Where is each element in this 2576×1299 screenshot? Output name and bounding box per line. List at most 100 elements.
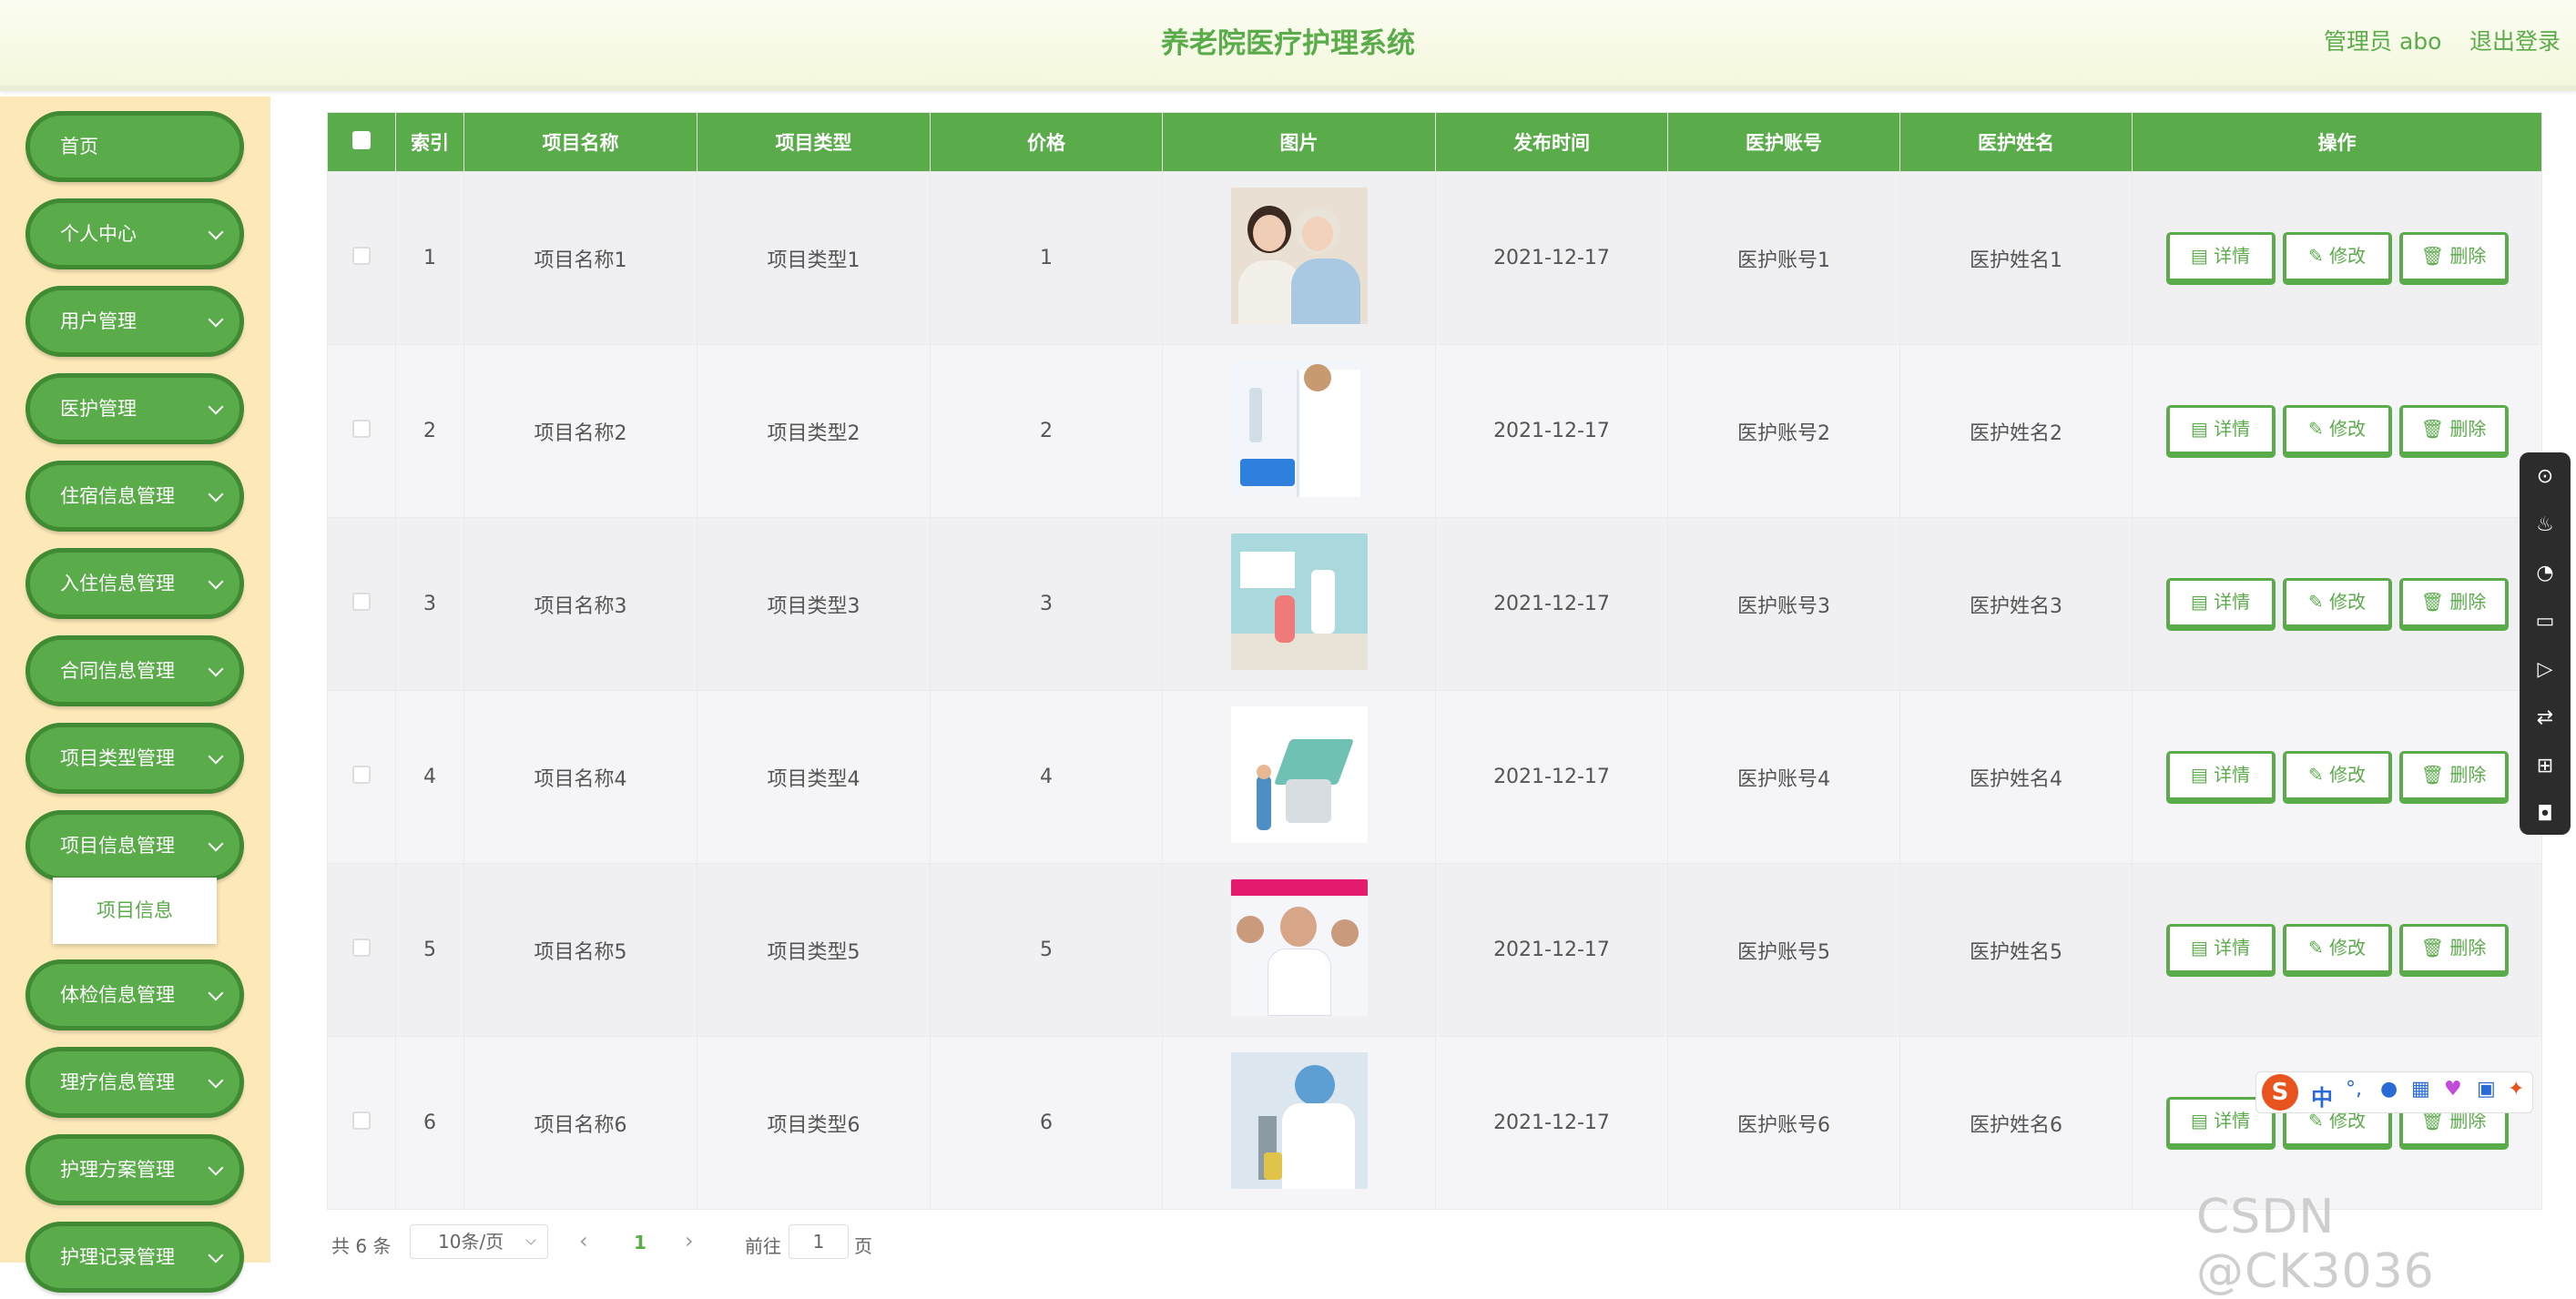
edit-label: 修改 <box>2329 244 2367 267</box>
cell-actions: ▤ 详情 ✎ 修改 🗑 删除 <box>2132 344 2542 518</box>
sidebar-item-personal[interactable]: 个人中心 <box>25 198 244 269</box>
table-row: 5 项目名称5 项目类型5 5 2021-12-17 医护账号5 医护姓名5 ▤ 详情 ✎ 修改… <box>327 863 2542 1037</box>
goto-page-input[interactable]: 1 <box>789 1224 849 1259</box>
edit-button[interactable]: ✎ 修改 <box>2282 923 2392 977</box>
cell-project-name: 项目名称2 <box>463 344 697 518</box>
sidebar-item-physiotherapy[interactable]: 理疗信息管理 <box>25 1047 244 1118</box>
project-image <box>1230 1051 1368 1189</box>
detail-button[interactable]: ▤ 详情 <box>2165 923 2276 977</box>
scan-icon[interactable]: ⊞ <box>2520 742 2571 790</box>
cell-project-name: 项目名称4 <box>463 690 697 864</box>
detail-button[interactable]: ▤ 详情 <box>2165 577 2276 631</box>
chevron-down-icon <box>208 836 224 852</box>
edit-label: 修改 <box>2329 763 2367 786</box>
camera-icon[interactable]: ◘ <box>2520 790 2571 838</box>
current-user: 管理员 abo <box>2324 28 2442 55</box>
delete-label: 删除 <box>2449 763 2487 786</box>
detail-label: 详情 <box>2214 590 2251 613</box>
play-icon[interactable]: ▷ <box>2520 645 2571 694</box>
table-row: 6 项目名称6 项目类型6 6 2021-12-17 医护账号6 医护姓名6 ▤ 详情 ✎ 修改… <box>327 1036 2542 1210</box>
delete-button[interactable]: 🗑 删除 <box>2398 750 2509 804</box>
project-image <box>1230 360 1368 497</box>
sidebar-item-physical-exam[interactable]: 体检信息管理 <box>25 959 244 1030</box>
chevron-down-icon <box>208 1072 224 1089</box>
cell-index: 5 <box>395 863 464 1037</box>
ime-mode-label[interactable]: 中 <box>2311 1080 2333 1111</box>
cell-index: 1 <box>395 171 464 345</box>
edit-button[interactable]: ✎ 修改 <box>2282 231 2392 285</box>
row-checkbox[interactable] <box>327 1036 396 1210</box>
sidebar-item-care-plan[interactable]: 护理方案管理 <box>25 1134 244 1205</box>
sidebar-item-project-info[interactable]: 项目信息管理 <box>25 810 244 881</box>
sidebar-item-contract[interactable]: 合同信息管理 <box>25 635 244 706</box>
select-all-checkbox[interactable] <box>327 112 396 172</box>
edit-button[interactable]: ✎ 修改 <box>2282 404 2392 458</box>
checkbox-icon <box>352 938 371 957</box>
sidebar-item-checkin[interactable]: 入住信息管理 <box>25 548 244 619</box>
cell-staff-name: 医护姓名3 <box>1899 517 2133 691</box>
sidebar-item-home[interactable]: 首页 <box>25 111 244 182</box>
sidebar-item-accommodation[interactable]: 住宿信息管理 <box>25 461 244 532</box>
cell-staff-account: 医护账号4 <box>1667 690 1900 864</box>
submenu-item-project-info[interactable]: 项目信息 <box>53 878 217 944</box>
cell-publish-time: 2021-12-17 <box>1435 517 1668 691</box>
delete-button[interactable]: 🗑 删除 <box>2398 404 2509 458</box>
sidebar-item-label: 体检信息管理 <box>60 984 175 1006</box>
speedometer-icon[interactable]: ◔ <box>2520 549 2571 597</box>
mascot-icon[interactable]: ✦ <box>2508 1078 2524 1101</box>
keyboard-icon[interactable]: ▦ <box>2411 1078 2430 1101</box>
next-page-icon[interactable]: › <box>685 1228 694 1253</box>
sidebar-item-project-type[interactable]: 项目类型管理 <box>25 723 244 794</box>
sidebar-item-medical-staff[interactable]: 医护管理 <box>25 373 244 444</box>
video-icon[interactable]: ▭ <box>2520 597 2571 645</box>
cell-price: 4 <box>930 690 1163 864</box>
row-checkbox[interactable] <box>327 344 396 518</box>
delete-button[interactable]: 🗑 删除 <box>2398 577 2509 631</box>
row-checkbox[interactable] <box>327 517 396 691</box>
logout-link[interactable]: 退出登录 <box>2469 24 2561 56</box>
ime-toolbar: S 中 °, ● ▦ ♥ ▣ ✦ <box>2255 1071 2533 1113</box>
swap-icon[interactable]: ⇄ <box>2520 694 2571 742</box>
project-image <box>1230 533 1368 670</box>
sidebar-item-users[interactable]: 用户管理 <box>25 286 244 357</box>
detail-button[interactable]: ▤ 详情 <box>2165 750 2276 804</box>
delete-button[interactable]: 🗑 删除 <box>2398 231 2509 285</box>
detail-label: 详情 <box>2214 1109 2251 1132</box>
microphone-icon[interactable]: ● <box>2380 1078 2398 1101</box>
edit-button[interactable]: ✎ 修改 <box>2282 750 2392 804</box>
prev-page-icon[interactable]: ‹ <box>579 1228 588 1253</box>
column-header: 图片 <box>1162 112 1436 172</box>
document-icon: ▤ <box>2190 244 2215 267</box>
apps-icon[interactable]: ▣ <box>2477 1078 2496 1101</box>
column-header: 医护账号 <box>1667 112 1900 172</box>
row-checkbox[interactable] <box>327 863 396 1037</box>
cell-project-type: 项目类型1 <box>697 171 931 345</box>
row-checkbox[interactable] <box>327 690 396 864</box>
page-size-value: 10条/页 <box>438 1231 504 1253</box>
table-row: 4 项目名称4 项目类型4 4 2021-12-17 医护账号4 医护姓名4 ▤ 详情 ✎ 修改… <box>327 690 2542 864</box>
detail-button[interactable]: ▤ 详情 <box>2165 231 2276 285</box>
fire-icon[interactable]: ♨ <box>2520 501 2571 549</box>
checkbox-icon <box>352 130 371 149</box>
page-size-select[interactable]: 10条/页 <box>410 1224 548 1259</box>
delete-button[interactable]: 🗑 删除 <box>2398 923 2509 977</box>
cell-staff-account: 医护账号3 <box>1667 517 1900 691</box>
checkbox-icon <box>352 765 371 784</box>
sidebar-item-care-record[interactable]: 护理记录管理 <box>25 1222 244 1293</box>
column-header: 操作 <box>2132 112 2542 172</box>
cell-price: 6 <box>930 1036 1163 1210</box>
page-number[interactable]: 1 <box>634 1232 647 1253</box>
skin-icon[interactable]: ♥ <box>2444 1078 2462 1101</box>
cell-picture <box>1162 171 1436 345</box>
punctuation-icon[interactable]: °, <box>2346 1078 2362 1101</box>
row-checkbox[interactable] <box>327 171 396 345</box>
pencil-icon: ✎ <box>2307 417 2330 440</box>
table-header-row: 索引 项目名称 项目类型 价格 图片 发布时间 医护账号 医护姓名 操作 <box>327 112 2542 172</box>
sidebar-item-label: 用户管理 <box>60 310 137 332</box>
edit-button[interactable]: ✎ 修改 <box>2282 577 2392 631</box>
detail-button[interactable]: ▤ 详情 <box>2165 404 2276 458</box>
search-icon[interactable]: ⊙ <box>2520 452 2571 501</box>
delete-label: 删除 <box>2449 417 2487 440</box>
table-row: 3 项目名称3 项目类型3 3 2021-12-17 医护账号3 医护姓名3 ▤ 详情 ✎ 修改… <box>327 517 2542 691</box>
checkbox-icon <box>352 246 371 265</box>
